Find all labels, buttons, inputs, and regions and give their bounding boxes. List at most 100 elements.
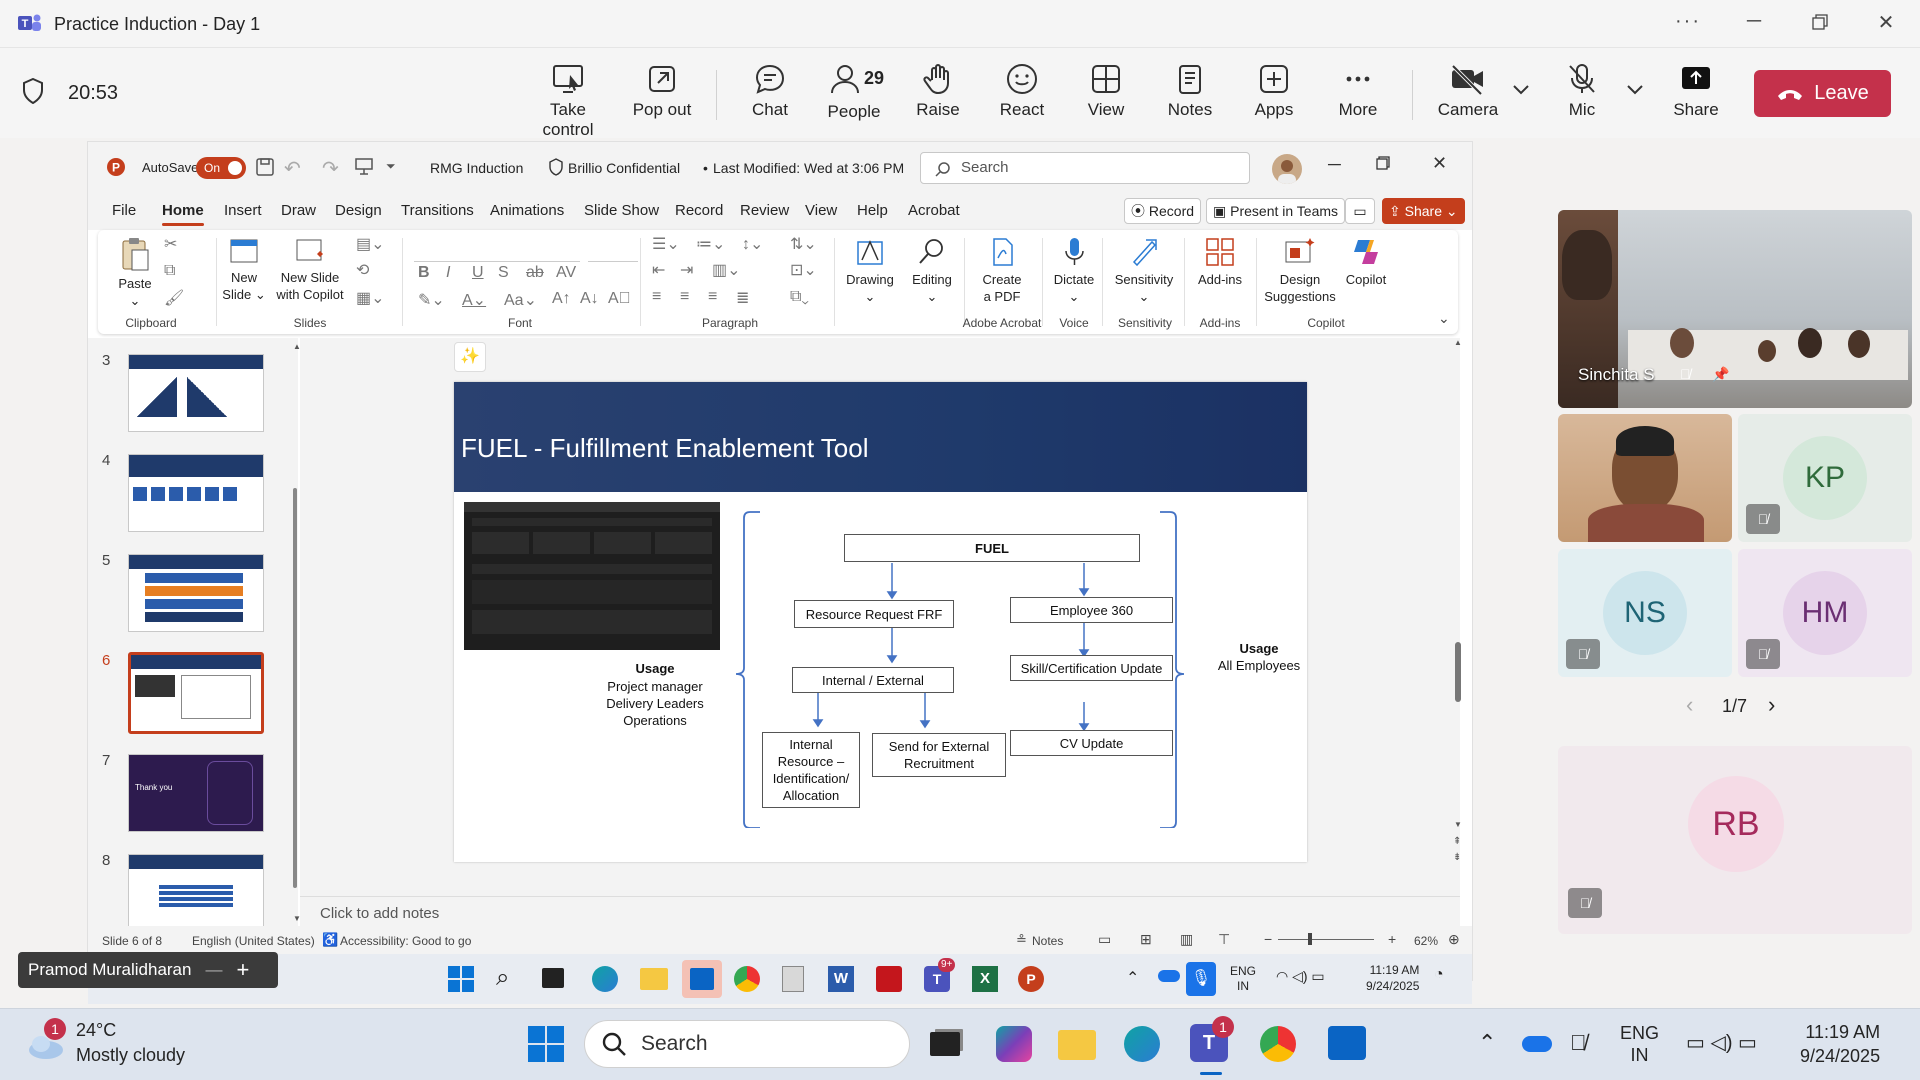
leave-button[interactable]: Leave	[1754, 70, 1891, 117]
onedrive-icon[interactable]	[1522, 1036, 1552, 1052]
zoom-slider[interactable]	[1278, 939, 1374, 940]
camera-button[interactable]: Camera	[1426, 62, 1510, 120]
increase-font-icon[interactable]: A↑	[552, 290, 571, 308]
font-color-icon[interactable]: A⌄	[462, 290, 486, 310]
mic-options-chevron-icon[interactable]	[1626, 84, 1644, 96]
reset-icon[interactable]: ⟲	[356, 260, 369, 280]
participant-tile-hm[interactable]: HM 🎙̸	[1738, 549, 1912, 677]
network-volume-battery-icons[interactable]: ▭ ◁) ▭	[1686, 1030, 1757, 1055]
designer-sparkle-icon[interactable]: ✨	[454, 342, 486, 372]
language-status[interactable]: English (United States)	[192, 934, 315, 948]
customize-toolbar-icon[interactable]: ⏷	[386, 159, 396, 174]
camera-options-chevron-icon[interactable]	[1512, 84, 1530, 96]
bold-icon[interactable]: B	[418, 264, 430, 282]
sensitivity-label[interactable]: Brillio Confidential	[568, 160, 680, 176]
text-direction-icon[interactable]: ⇅⌄	[790, 234, 817, 254]
tab-help[interactable]: Help	[857, 202, 888, 219]
weather-temp[interactable]: 24°C	[76, 1020, 116, 1041]
video-tile-featured[interactable]: Sinchita S 🎙̸ 📌	[1558, 210, 1912, 408]
tab-view[interactable]: View	[805, 202, 837, 219]
pin-icon[interactable]: 📌	[1712, 366, 1729, 383]
participant-tile-rb[interactable]: RB 🎙̸	[1558, 746, 1912, 934]
font-size-select[interactable]	[588, 238, 638, 262]
new-slide-with-copilot-button[interactable]: New Slide with Copilot	[270, 236, 350, 303]
start-button[interactable]	[528, 1026, 564, 1062]
language-indicator[interactable]: ENG IN	[1620, 1022, 1659, 1066]
cut-icon[interactable]: ✂	[164, 234, 177, 254]
weather-desc[interactable]: Mostly cloudy	[76, 1045, 185, 1066]
justify-icon[interactable]: ≣	[736, 288, 749, 308]
ppt-restore-button[interactable]	[1376, 156, 1390, 170]
m365-icon[interactable]	[996, 1026, 1032, 1062]
layout-icon[interactable]: ▤⌄	[356, 234, 385, 254]
reading-view-icon[interactable]: ▥	[1180, 931, 1193, 948]
tab-insert[interactable]: Insert	[224, 202, 262, 219]
outlook-icon[interactable]	[1328, 1026, 1366, 1060]
slide-thumbnail-4[interactable]	[128, 454, 264, 532]
pop-out-button[interactable]: Pop out	[620, 62, 704, 120]
tray-chevron-icon[interactable]: ⌃	[1478, 1030, 1496, 1056]
tab-home[interactable]: Home	[162, 202, 204, 226]
slide-thumbnail-6[interactable]	[128, 652, 264, 734]
more-options-icon[interactable]: ···	[1668, 10, 1708, 38]
notes-pane[interactable]: Click to add notes	[300, 896, 1460, 926]
share-button[interactable]: Share	[1654, 62, 1738, 120]
participant-tile-kp[interactable]: KP 🎙̸	[1738, 414, 1912, 542]
new-slide-button[interactable]: New Slide ⌄	[222, 236, 266, 303]
align-right-icon[interactable]: ≡	[708, 288, 717, 306]
zoom-out-share-button[interactable]: —	[205, 960, 222, 980]
create-pdf-button[interactable]: Create a PDF	[972, 236, 1032, 305]
slide-thumbnail-5[interactable]	[128, 554, 264, 632]
undo-icon[interactable]: ↶	[284, 156, 301, 181]
slide-thumbnail-8[interactable]	[128, 854, 264, 932]
underline-icon[interactable]: U	[472, 264, 484, 282]
view-button[interactable]: View	[1064, 62, 1148, 120]
start-presentation-icon[interactable]	[354, 156, 374, 176]
tab-review[interactable]: Review	[740, 202, 789, 219]
slide-scrollbar[interactable]: ▲ ▼ ⇞ ⇟	[1452, 338, 1464, 878]
mic-muted-tray-icon[interactable]: 🎙̸	[1570, 1030, 1587, 1056]
columns-icon[interactable]: ▥⌄	[712, 260, 741, 280]
user-avatar[interactable]	[1272, 154, 1302, 184]
record-button[interactable]: ⦿ Record	[1124, 198, 1202, 224]
file-explorer-icon[interactable]	[1058, 1030, 1096, 1060]
tab-slide-show[interactable]: Slide Show	[584, 202, 659, 219]
notes-toggle-icon[interactable]: ≗	[1016, 932, 1027, 948]
tab-transitions[interactable]: Transitions	[401, 202, 474, 219]
zoom-slider-thumb[interactable]	[1308, 933, 1312, 945]
close-window-button[interactable]: ✕	[1866, 10, 1906, 38]
slideshow-icon[interactable]: ⊤	[1218, 931, 1230, 948]
editing-button[interactable]: Editing ⌄	[904, 236, 960, 305]
more-button[interactable]: More	[1316, 62, 1400, 120]
dictate-button[interactable]: Dictate ⌄	[1048, 236, 1100, 305]
line-spacing-icon[interactable]: ↕⌄	[742, 234, 763, 254]
decrease-font-icon[interactable]: A↓	[580, 290, 599, 308]
zoom-level[interactable]: 62%	[1414, 934, 1438, 948]
font-family-select[interactable]	[414, 238, 580, 262]
align-center-icon[interactable]: ≡	[680, 288, 689, 306]
section-icon[interactable]: ▦⌄	[356, 288, 385, 308]
char-spacing-icon[interactable]: AV	[556, 264, 576, 282]
add-ins-button[interactable]: Add-ins	[1190, 236, 1250, 288]
smartart-icon[interactable]: ⧉⌄	[790, 288, 809, 306]
ppt-search-input[interactable]: Search	[920, 152, 1250, 184]
taskbar-search-box[interactable]: Search	[584, 1020, 910, 1068]
participant-tile-ns[interactable]: NS 🎙̸	[1558, 549, 1732, 677]
last-modified[interactable]: Last Modified: Wed at 3:06 PM	[713, 160, 904, 176]
tab-acrobat[interactable]: Acrobat	[908, 202, 960, 219]
slide-thumbnail-3[interactable]	[128, 354, 264, 432]
people-button[interactable]: 29 People	[812, 62, 896, 122]
highlight-icon[interactable]: ✎⌄	[418, 290, 445, 310]
save-icon[interactable]	[254, 156, 276, 178]
align-text-icon[interactable]: ⊡⌄	[790, 260, 817, 280]
tab-animations[interactable]: Animations	[490, 202, 564, 219]
chrome-icon[interactable]	[1260, 1026, 1296, 1062]
copy-icon[interactable]: ⧉	[164, 262, 175, 280]
numbering-icon[interactable]: ≔⌄	[696, 234, 725, 254]
format-painter-icon[interactable]: 🖌	[164, 288, 184, 308]
thumbnail-scrollbar[interactable]: ▲ ▼	[290, 338, 301, 928]
italic-icon[interactable]: I	[446, 264, 450, 282]
slide-thumbnail-7[interactable]: Thank you	[128, 754, 264, 832]
collapse-ribbon-icon[interactable]: ⌄	[1438, 310, 1450, 327]
autosave-toggle[interactable]: On	[196, 157, 246, 179]
